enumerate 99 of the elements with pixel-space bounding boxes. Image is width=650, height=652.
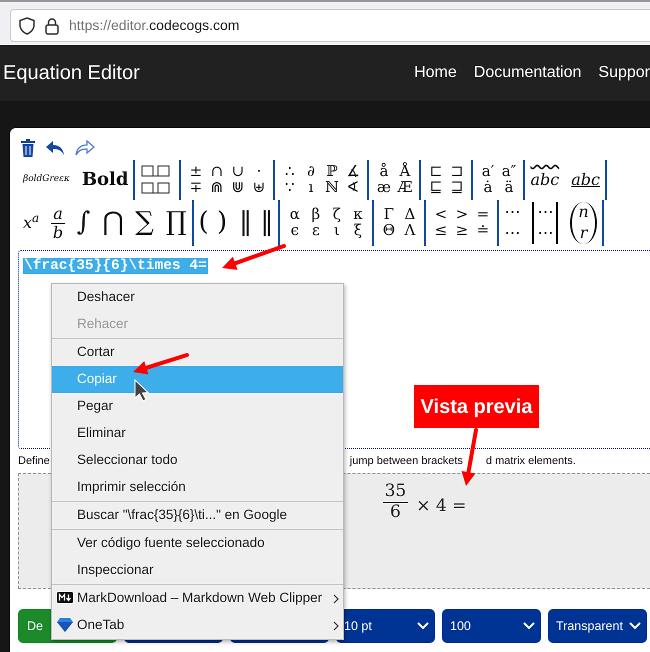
- menu-item[interactable]: Pegar: [52, 393, 343, 420]
- symbol-button[interactable]: ⊏: [426, 164, 446, 180]
- help-text: Define: [18, 454, 50, 469]
- symbol-button[interactable]: Æ: [395, 180, 414, 196]
- shield-icon[interactable]: [19, 16, 35, 34]
- symbol-button[interactable]: ∢: [343, 180, 362, 196]
- undo-icon[interactable]: [45, 140, 65, 156]
- symbol-button[interactable]: ⋒: [207, 180, 226, 196]
- symbol-button[interactable]: ≥: [452, 223, 472, 239]
- menu-item[interactable]: Seleccionar todo: [52, 447, 343, 474]
- annotation-arrow: [133, 353, 189, 374]
- symbol-button[interactable]: ⊒: [447, 180, 466, 196]
- symbol-button[interactable]: <: [431, 207, 450, 223]
- menu-item[interactable]: Ver código fuente seleccionado: [52, 530, 343, 557]
- symbol-button[interactable]: ⊑: [426, 180, 446, 196]
- symbol-button[interactable]: å: [374, 164, 394, 180]
- symbol-button[interactable]: ι: [327, 223, 346, 239]
- symbol-button[interactable]: =: [473, 207, 492, 223]
- symbol-button[interactable]: ∂: [301, 164, 320, 180]
- brand-title[interactable]: Equation Editor: [3, 58, 140, 88]
- chevron-right-icon: [333, 621, 339, 631]
- symbol-button[interactable]: ⊐: [447, 164, 466, 180]
- symbol-button[interactable]: β: [306, 207, 326, 223]
- symbol-button[interactable]: ξ: [348, 223, 368, 239]
- select-dropdown[interactable]: 10 pt: [336, 609, 435, 643]
- symbol-button[interactable]: ⋓: [228, 180, 248, 196]
- menu-item[interactable]: Eliminar: [52, 420, 343, 447]
- url-field[interactable]: https://editor.codecogs.com: [69, 15, 240, 36]
- symbol-button[interactable]: ∵: [280, 180, 300, 196]
- menu-item[interactable]: Cortar: [52, 339, 343, 366]
- annotation-arrow: [222, 244, 286, 270]
- symbol-button[interactable]: æ: [374, 180, 394, 196]
- nav-link[interactable]: Home: [414, 61, 457, 85]
- cursor-icon: [134, 378, 150, 402]
- diamond-icon: [57, 618, 73, 632]
- symbol-button[interactable]: x$^{a}$: [23, 214, 40, 232]
- symbol-button[interactable]: Å: [395, 164, 414, 180]
- symbol-button[interactable]: κ: [348, 207, 368, 223]
- redo-icon[interactable]: [75, 140, 95, 156]
- annotation-label: Vista previa: [414, 385, 539, 428]
- symbol-button[interactable]: ‖ ‖: [239, 209, 274, 237]
- nav-link[interactable]: Documentation: [474, 61, 582, 85]
- chevron-down-icon: [523, 622, 535, 630]
- symbol-button[interactable]: >: [452, 207, 472, 223]
- select-dropdown[interactable]: Transparent: [548, 609, 647, 643]
- symbol-button[interactable]: ∴: [280, 164, 300, 180]
- symbol-button[interactable]: ⋂: [102, 209, 124, 237]
- symbol-button[interactable]: ı: [301, 180, 320, 196]
- symbol-button[interactable]: ⊎: [249, 180, 268, 196]
- symbol-button[interactable]: ∏: [166, 209, 187, 237]
- symbol-button[interactable]: a″: [499, 164, 518, 180]
- symbol-button[interactable]: ( ): [198, 209, 228, 237]
- lock-icon[interactable]: [45, 16, 59, 34]
- symbol-button[interactable]: ⋯ ⋯: [532, 202, 558, 244]
- symbol-button[interactable]: abc: [530, 172, 560, 188]
- symbol-button[interactable]: a b: [51, 204, 65, 242]
- symbol-button[interactable]: ℙ: [322, 164, 342, 180]
- help-text: d matrix elements.: [486, 454, 576, 469]
- symbol-button[interactable]: ∩: [207, 164, 226, 180]
- symbol-button[interactable]: Λ: [400, 223, 420, 239]
- chevron-down-icon: [629, 622, 641, 630]
- menu-item[interactable]: MarkDownload – Markdown Web Clipper: [52, 585, 343, 612]
- menu-item[interactable]: Buscar "\frac{35}{6}\ti..." en Google: [52, 502, 343, 529]
- menu-item[interactable]: Imprimir selección: [52, 474, 343, 501]
- symbol-button[interactable]: ζ: [327, 207, 346, 223]
- symbol-button[interactable]: Bold: [82, 170, 128, 190]
- symbol-button[interactable]: Γ: [379, 207, 398, 223]
- symbol-button[interactable]: abc: [571, 172, 600, 188]
- symbol-button[interactable]: ε: [306, 223, 326, 239]
- symbol-button[interactable]: a′: [478, 164, 498, 180]
- symbol-button[interactable]: βoldGreεκ: [23, 175, 70, 185]
- symbol-button[interactable]: ∫: [76, 209, 90, 237]
- menu-item[interactable]: Deshacer: [52, 284, 343, 311]
- symbol-button[interactable]: ≤: [431, 223, 450, 239]
- select-dropdown[interactable]: 100: [442, 609, 541, 643]
- symbol-button[interactable]: ȧ: [478, 180, 498, 196]
- chevron-right-icon: [333, 594, 339, 604]
- symbol-button[interactable]: ä: [499, 180, 518, 196]
- symbol-button[interactable]: ∪: [228, 164, 248, 180]
- symbol-button[interactable]: Δ: [400, 207, 420, 223]
- help-text: jump between brackets: [350, 454, 463, 469]
- symbol-button[interactable]: ·: [249, 164, 268, 180]
- symbol-button[interactable]: ∡: [343, 164, 362, 180]
- symbol-button[interactable]: ℕ: [322, 180, 342, 196]
- symbol-button[interactable]: ϵ: [285, 223, 304, 239]
- markdown-icon: [57, 592, 73, 603]
- symbol-button[interactable]: ±: [186, 164, 206, 180]
- annotation-arrow: [462, 428, 478, 486]
- symbol-button[interactable]: α: [285, 207, 304, 223]
- symbol-button[interactable]: Θ: [379, 223, 398, 239]
- symbol-button[interactable]: ≐: [473, 223, 492, 239]
- symbol-button[interactable]: ∑: [135, 209, 154, 237]
- menu-item[interactable]: Inspeccionar: [52, 557, 343, 584]
- chevron-down-icon: [417, 622, 429, 630]
- symbol-button[interactable]: ∓: [186, 180, 206, 196]
- symbol-button[interactable]: n r: [570, 202, 597, 244]
- symbol-button[interactable]: ⋯ ⋯: [504, 202, 520, 244]
- nav-link[interactable]: Suppor: [598, 61, 650, 85]
- trash-icon[interactable]: [21, 139, 35, 157]
